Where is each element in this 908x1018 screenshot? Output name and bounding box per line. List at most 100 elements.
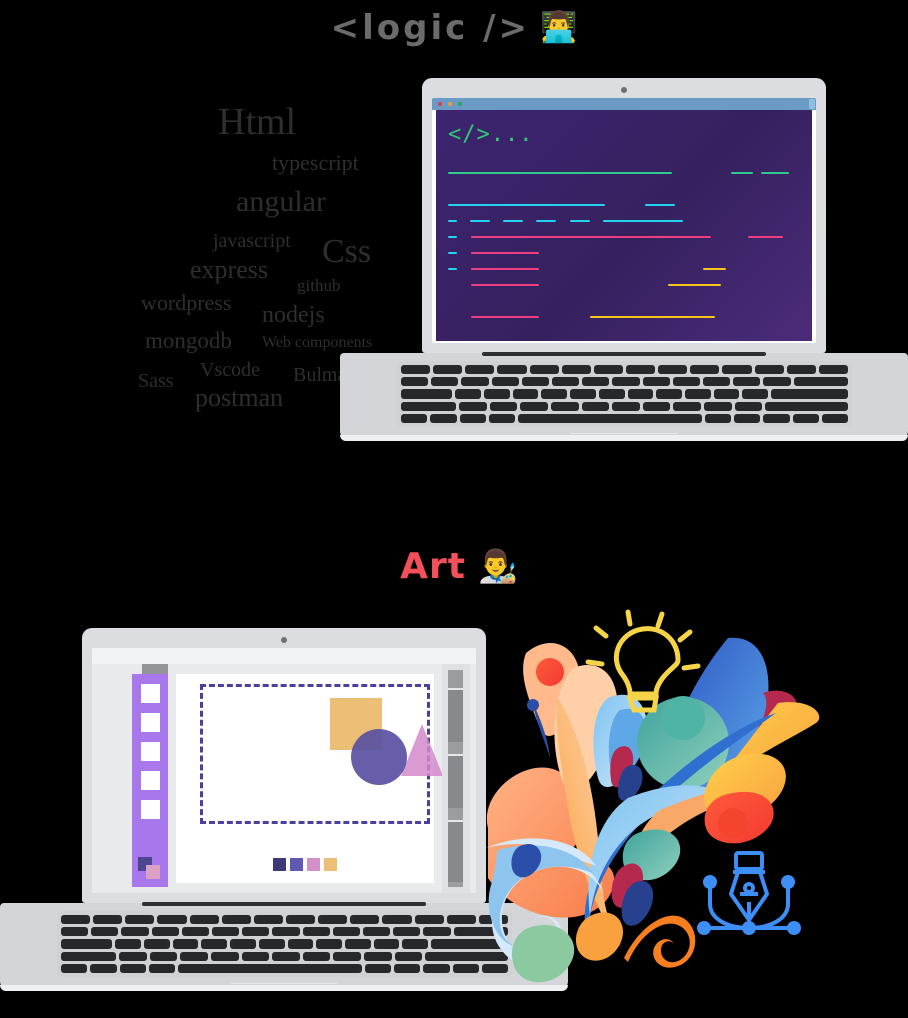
keyboard-key[interactable]: [581, 401, 610, 411]
keyboard-key[interactable]: [489, 401, 518, 411]
keyboard-key[interactable]: [316, 939, 342, 949]
keyboard-key[interactable]: [612, 401, 640, 411]
maximize-dot[interactable]: [458, 102, 462, 106]
keyboard-key[interactable]: [446, 915, 476, 925]
keyboard-key[interactable]: [703, 377, 731, 387]
keyboard-key[interactable]: [433, 365, 463, 375]
keyboard-key[interactable]: [344, 939, 371, 949]
keyboard-key[interactable]: [253, 915, 283, 925]
keyboard-key[interactable]: [401, 389, 453, 399]
keyboard-key[interactable]: [770, 389, 848, 399]
keyboard-key[interactable]: [656, 389, 682, 399]
keyboard-key[interactable]: [157, 915, 187, 925]
keyboard-key[interactable]: [521, 377, 550, 387]
keyboard-key[interactable]: [302, 951, 331, 961]
keyboard-key[interactable]: [582, 377, 610, 387]
keyboard-key[interactable]: [763, 413, 790, 424]
keyboard-key[interactable]: [61, 939, 113, 949]
keyboard-key[interactable]: [627, 389, 654, 399]
scrollbar-thumb[interactable]: [448, 754, 463, 808]
keyboard-key[interactable]: [423, 963, 450, 974]
keyboard-key[interactable]: [61, 951, 117, 961]
keyboard-key[interactable]: [149, 951, 178, 961]
laptop-trackpad[interactable]: [231, 983, 337, 984]
keyboard-key[interactable]: [172, 939, 199, 949]
laptop-keyboard[interactable]: [397, 361, 852, 427]
background-color-swatch[interactable]: [146, 865, 160, 879]
keyboard-key[interactable]: [318, 915, 348, 925]
keyboard-key[interactable]: [459, 413, 486, 424]
keyboard-key[interactable]: [373, 939, 400, 949]
keyboard-key[interactable]: [430, 413, 457, 424]
keyboard-key[interactable]: [333, 951, 361, 961]
palette-swatch-4[interactable]: [324, 858, 337, 871]
keyboard-key[interactable]: [491, 377, 519, 387]
keyboard-key[interactable]: [713, 389, 740, 399]
tools-panel[interactable]: [132, 674, 168, 887]
keyboard-key[interactable]: [401, 365, 431, 375]
design-canvas[interactable]: [176, 674, 443, 883]
keyboard-key[interactable]: [690, 365, 720, 375]
keyboard-key[interactable]: [529, 365, 559, 375]
keyboard-key[interactable]: [363, 927, 391, 937]
keyboard-key[interactable]: [119, 951, 147, 961]
keyboard-key[interactable]: [453, 927, 509, 937]
laptop-keyboard[interactable]: [57, 911, 512, 977]
keyboard-key[interactable]: [148, 963, 175, 974]
toolbar-tool-5[interactable]: [140, 800, 160, 819]
keyboard-key[interactable]: [612, 377, 640, 387]
keyboard-key[interactable]: [734, 413, 761, 424]
keyboard-key[interactable]: [181, 927, 210, 937]
keyboard-key[interactable]: [497, 365, 527, 375]
keyboard-key[interactable]: [792, 413, 819, 424]
keyboard-key[interactable]: [561, 365, 591, 375]
keyboard-key[interactable]: [763, 377, 791, 387]
keyboard-key[interactable]: [393, 927, 421, 937]
minimize-dot[interactable]: [448, 102, 452, 106]
keyboard-key[interactable]: [430, 939, 508, 949]
keyboard-key[interactable]: [61, 963, 88, 974]
keyboard-key[interactable]: [401, 401, 457, 411]
keyboard-key[interactable]: [742, 389, 768, 399]
toolbar-tool-1[interactable]: [140, 684, 160, 703]
keyboard-key[interactable]: [119, 963, 146, 974]
keyboard-key[interactable]: [258, 939, 285, 949]
palette-swatch-1[interactable]: [273, 858, 286, 871]
keyboard-key[interactable]: [625, 365, 656, 375]
keyboard-key[interactable]: [189, 915, 219, 925]
keyboard-key[interactable]: [230, 939, 256, 949]
toolbar-tool-2[interactable]: [140, 713, 160, 732]
keyboard-key[interactable]: [642, 401, 671, 411]
color-palette-row[interactable]: [176, 858, 434, 871]
keyboard-key[interactable]: [178, 963, 362, 974]
keyboard-key[interactable]: [242, 927, 270, 937]
keyboard-key[interactable]: [423, 927, 451, 937]
toolbar-tool-3[interactable]: [140, 742, 160, 761]
keyboard-key[interactable]: [459, 401, 487, 411]
keyboard-key[interactable]: [431, 377, 459, 387]
keyboard-key[interactable]: [394, 963, 421, 974]
keyboard-key[interactable]: [754, 365, 784, 375]
laptop-trackpad[interactable]: [571, 433, 677, 434]
keyboard-key[interactable]: [221, 915, 251, 925]
keyboard-key[interactable]: [672, 377, 701, 387]
scrollbar-track[interactable]: [448, 670, 463, 887]
keyboard-key[interactable]: [401, 413, 428, 424]
keyboard-key[interactable]: [350, 915, 380, 925]
keyboard-key[interactable]: [703, 401, 732, 411]
keyboard-key[interactable]: [541, 389, 568, 399]
keyboard-key[interactable]: [125, 915, 155, 925]
keyboard-key[interactable]: [91, 927, 119, 937]
keyboard-key[interactable]: [465, 365, 495, 375]
keyboard-key[interactable]: [520, 401, 548, 411]
keyboard-key[interactable]: [121, 927, 149, 937]
keyboard-key[interactable]: [512, 389, 539, 399]
keyboard-key[interactable]: [722, 365, 752, 375]
keyboard-key[interactable]: [818, 365, 848, 375]
keyboard-key[interactable]: [593, 365, 623, 375]
keyboard-key[interactable]: [733, 377, 761, 387]
keyboard-key[interactable]: [658, 365, 688, 375]
keyboard-key[interactable]: [272, 951, 300, 961]
keyboard-key[interactable]: [287, 939, 314, 949]
keyboard-key[interactable]: [364, 963, 391, 974]
